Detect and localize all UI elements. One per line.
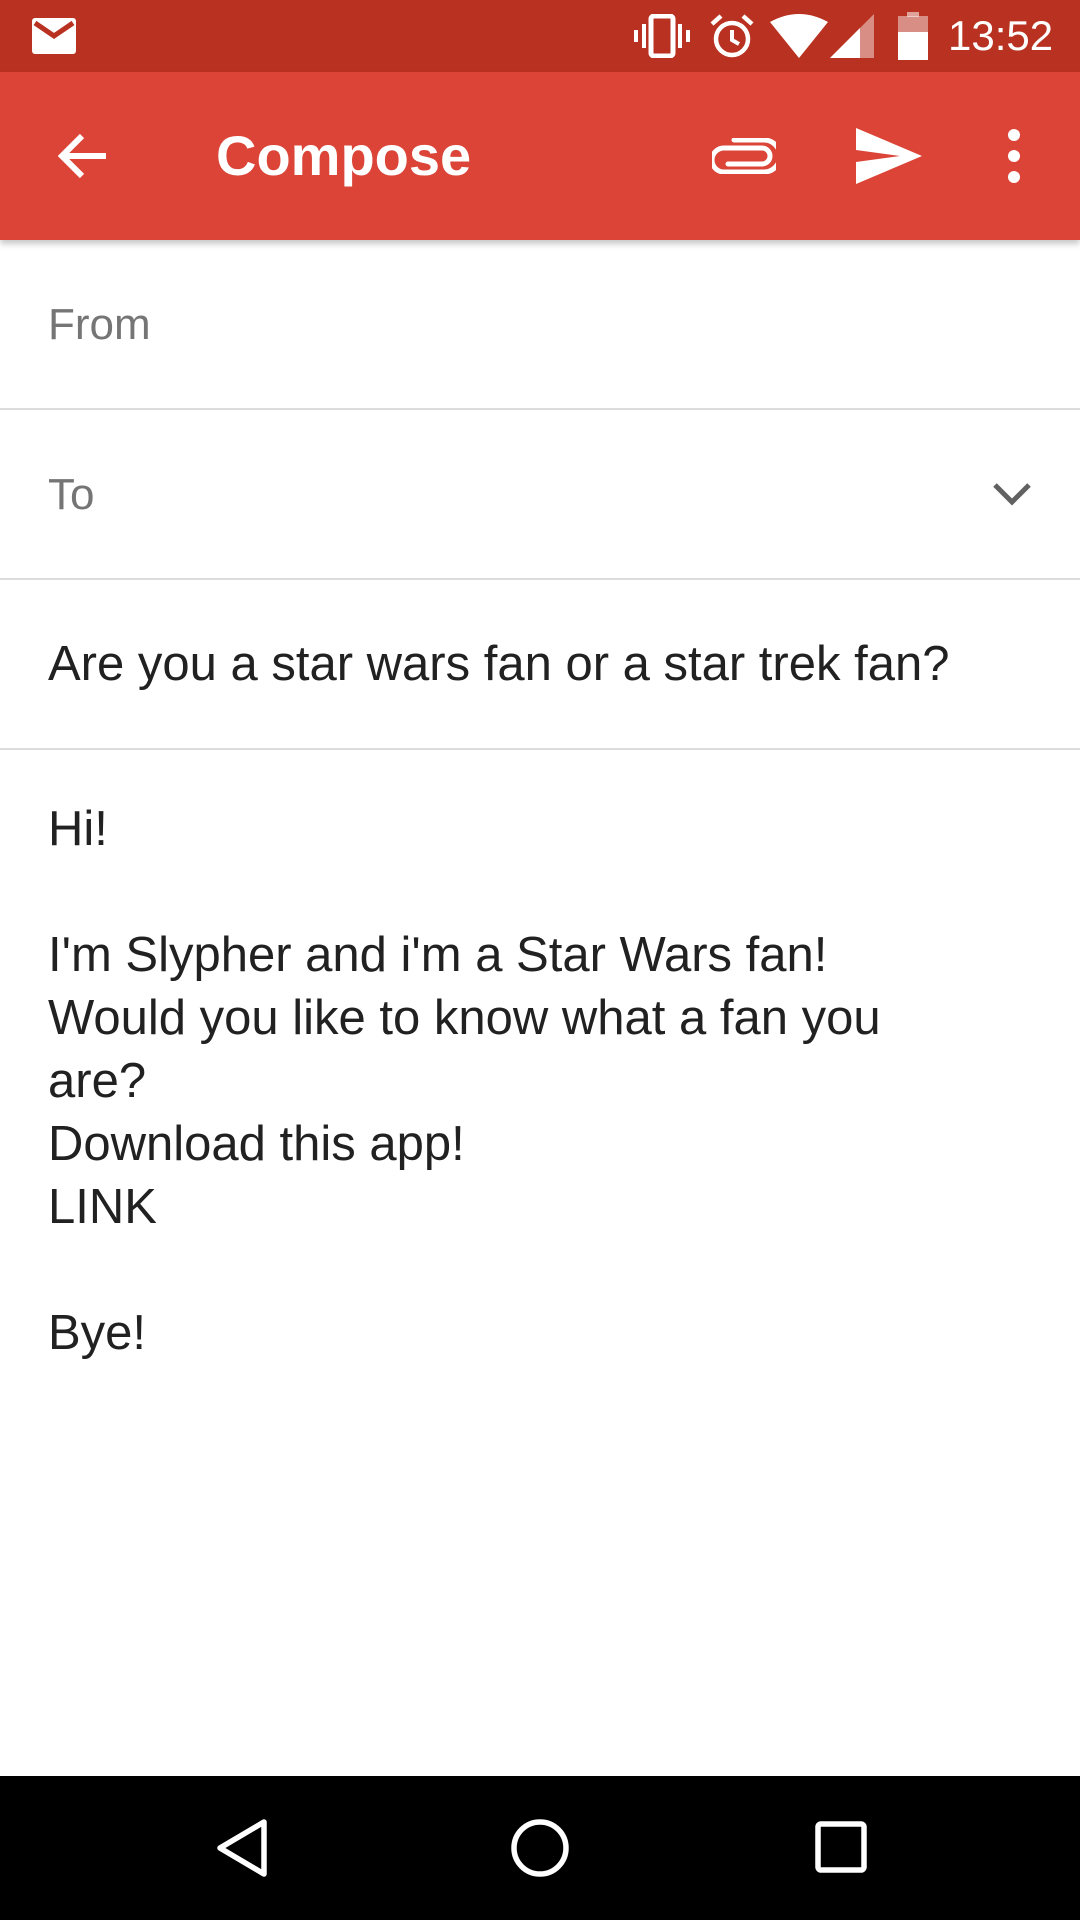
body-line: I'm Slypher and i'm a Star Wars fan! xyxy=(48,928,828,982)
nav-recents-icon[interactable] xyxy=(814,1820,868,1874)
to-field[interactable]: To xyxy=(0,410,1080,580)
wifi-icon xyxy=(770,14,828,58)
chevron-down-icon[interactable] xyxy=(992,482,1032,506)
cellular-signal-icon xyxy=(830,14,874,58)
body-line: Would you like to know what a fan you xyxy=(48,991,881,1045)
body-line: LINK xyxy=(48,1180,157,1234)
alarm-icon xyxy=(710,14,754,58)
from-label: From xyxy=(48,300,151,349)
status-bar: 13:52 xyxy=(0,0,1080,72)
to-label: To xyxy=(48,470,95,519)
nav-home-icon[interactable] xyxy=(510,1818,570,1878)
page-title: Compose xyxy=(216,124,472,187)
nav-back-icon[interactable] xyxy=(214,1818,270,1878)
from-field[interactable]: From xyxy=(0,240,1080,410)
back-arrow-icon[interactable] xyxy=(58,132,108,180)
subject-field[interactable]: Are you a star wars fan or a star trek f… xyxy=(0,580,1080,750)
body-line: Hi! xyxy=(48,802,108,856)
send-icon[interactable] xyxy=(856,128,922,184)
vibrate-icon xyxy=(634,14,690,58)
navigation-bar xyxy=(0,1776,1080,1920)
body-line: Bye! xyxy=(48,1306,147,1360)
app-bar: Compose xyxy=(0,72,1080,240)
subject-input[interactable]: Are you a star wars fan or a star trek f… xyxy=(48,636,949,692)
body-line: Download this app! xyxy=(48,1117,465,1171)
battery-icon xyxy=(898,12,928,60)
more-vert-icon[interactable] xyxy=(1004,128,1024,184)
gmail-notification-icon xyxy=(32,18,76,54)
status-time: 13:52 xyxy=(948,12,1054,59)
attach-icon[interactable] xyxy=(712,138,776,174)
body-editor[interactable]: Hi! I'm Slypher and i'm a Star Wars fan!… xyxy=(0,750,1080,1775)
body-line: are? xyxy=(48,1054,147,1108)
